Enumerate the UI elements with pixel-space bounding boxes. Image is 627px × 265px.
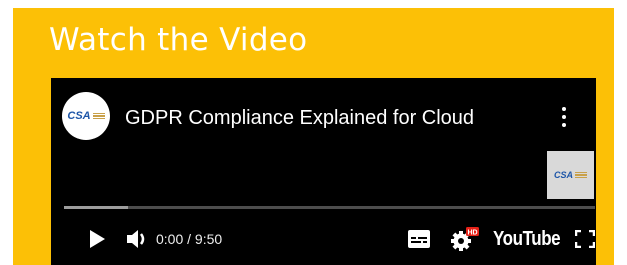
youtube-logo[interactable]: YouTube: [493, 225, 565, 253]
video-title[interactable]: GDPR Compliance Explained for Cloud: [125, 107, 474, 130]
channel-logo[interactable]: CSA: [62, 92, 110, 140]
play-icon[interactable]: [85, 225, 109, 253]
hd-badge-text: HD: [467, 230, 477, 237]
video-player[interactable]: CSA GDPR Compliance Explained for Cloud …: [51, 78, 596, 265]
more-menu-icon[interactable]: [561, 107, 567, 127]
section-title: Watch the Video: [49, 22, 308, 58]
volume-icon[interactable]: [125, 225, 151, 253]
watermark-text: CSA: [553, 170, 573, 180]
youtube-wordmark: YouTube: [493, 227, 561, 250]
player-controls: 0:00 / 9:50 HD YouTube: [51, 225, 596, 253]
watch-video-section: Watch the Video CSA GDPR Compliance Expl…: [13, 8, 614, 265]
time-display: 0:00 / 9:50: [156, 231, 223, 247]
progress-bar[interactable]: [64, 206, 595, 209]
channel-logo-text: CSA: [67, 110, 91, 122]
fullscreen-icon[interactable]: [574, 225, 596, 253]
captions-icon[interactable]: [407, 225, 431, 253]
channel-watermark[interactable]: CSA: [547, 151, 594, 199]
logo-stripes: [92, 111, 105, 121]
watermark-stripes: [575, 170, 587, 180]
buffered-progress: [64, 206, 128, 209]
settings-icon[interactable]: HD: [449, 225, 481, 253]
